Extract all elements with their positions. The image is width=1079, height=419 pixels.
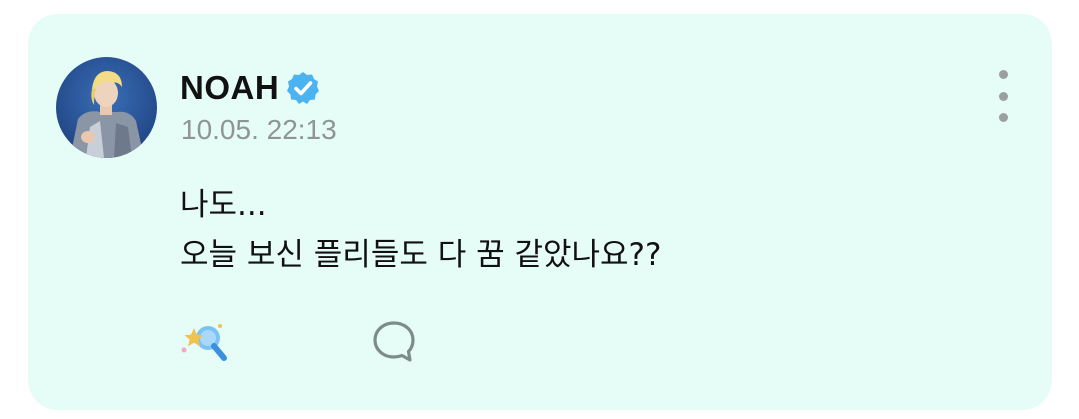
post-timestamp: 10.05. 22:13 bbox=[181, 114, 337, 145]
post-body: 나도... 오늘 보신 플리들도 다 꿈 같았나요?? bbox=[180, 180, 661, 280]
author-avatar[interactable] bbox=[56, 57, 157, 158]
more-dot bbox=[998, 113, 1008, 122]
sparkle-reaction-icon bbox=[181, 324, 227, 361]
more-vertical-icon[interactable] bbox=[985, 66, 1021, 126]
verified-badge-icon bbox=[285, 70, 321, 106]
post-line: 오늘 보신 플리들도 다 꿈 같았나요?? bbox=[180, 237, 662, 273]
more-dot bbox=[998, 70, 1008, 79]
avatar-image bbox=[56, 57, 157, 158]
post-line: 나도... bbox=[180, 187, 267, 223]
author-row: NOAH bbox=[180, 66, 321, 110]
comment-button[interactable] bbox=[370, 318, 418, 366]
more-dot bbox=[998, 91, 1008, 101]
author-name[interactable]: NOAH bbox=[180, 69, 279, 107]
reaction-button[interactable] bbox=[180, 320, 232, 364]
speech-bubble-icon bbox=[373, 321, 415, 362]
